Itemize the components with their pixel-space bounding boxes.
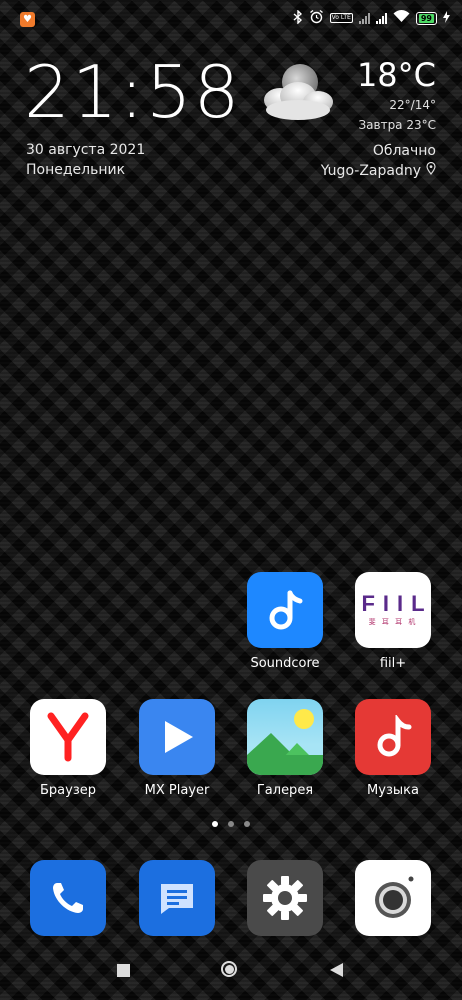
signal-icon	[358, 12, 370, 24]
cloudy-night-icon[interactable]	[258, 58, 338, 128]
battery-icon: 99	[415, 11, 437, 25]
navigation-bar	[0, 950, 462, 990]
notification-app-icon: ♥	[20, 12, 35, 27]
phone-icon[interactable]	[30, 860, 106, 936]
home-dot	[224, 964, 234, 974]
clock-time[interactable]: 21:58	[24, 52, 242, 132]
battery-level: 99	[418, 13, 434, 23]
signal-icon	[375, 12, 387, 24]
location-pin-icon	[426, 161, 436, 179]
dock-messages[interactable]	[127, 860, 227, 936]
app-label: Музыка	[367, 783, 419, 798]
volte-icon: Vo LTE	[329, 13, 353, 23]
weather-tomorrow: Завтра 23°C	[358, 118, 436, 132]
weather-range: 22°/14°	[389, 98, 436, 112]
app-label: Галерея	[256, 783, 314, 798]
soundcore-icon[interactable]	[247, 572, 323, 648]
gallery-icon[interactable]	[247, 699, 323, 775]
page-dot-2[interactable]	[228, 821, 234, 827]
camera-icon[interactable]	[355, 860, 431, 936]
app-soundcore[interactable]: Soundcore	[235, 572, 335, 671]
alarm-icon	[309, 9, 324, 27]
app-gallery[interactable]: Галерея	[235, 699, 335, 798]
page-indicator[interactable]	[212, 821, 250, 827]
back-button[interactable]	[330, 963, 343, 977]
bluetooth-icon	[293, 8, 303, 27]
app-fiil[interactable]: FIIL 斐 耳 耳 机 fiil+	[343, 572, 443, 671]
app-label: Браузер	[40, 783, 96, 798]
clock-weekday: Понедельник	[26, 162, 126, 178]
settings-gear-icon[interactable]	[247, 860, 323, 936]
status-icons: Vo LTE 99	[293, 8, 450, 27]
dock-phone[interactable]	[18, 860, 118, 936]
weather-condition: Облачно	[372, 143, 436, 159]
app-label: MX Player	[144, 783, 210, 798]
weather-location-label: Yugo-Zapadny	[320, 162, 421, 179]
home-button[interactable]	[221, 961, 237, 977]
music-icon[interactable]	[355, 699, 431, 775]
messages-icon[interactable]	[139, 860, 215, 936]
charging-icon	[443, 10, 450, 26]
page-dot-1[interactable]	[212, 821, 218, 827]
fiil-logo-text: FIIL	[361, 591, 431, 616]
clock-date: 30 августа 2021	[26, 142, 146, 158]
recents-button[interactable]	[117, 964, 130, 977]
yandex-browser-icon[interactable]	[30, 699, 106, 775]
fiil-logo-sub: 斐 耳 耳 机	[368, 618, 418, 626]
mxplayer-icon[interactable]	[139, 699, 215, 775]
app-label: fiil+	[379, 656, 407, 671]
fiil-icon[interactable]: FIIL 斐 耳 耳 机	[355, 572, 431, 648]
app-music[interactable]: Музыка	[343, 699, 443, 798]
status-bar: ♥ Vo LTE 99	[0, 0, 462, 36]
app-browser[interactable]: Браузер	[18, 699, 118, 798]
wifi-icon	[393, 10, 410, 26]
weather-location: Yugo-Zapadny	[320, 161, 436, 179]
app-mxplayer[interactable]: MX Player	[127, 699, 227, 798]
page-dot-3[interactable]	[244, 821, 250, 827]
dock-settings[interactable]	[235, 860, 335, 936]
weather-temperature[interactable]: 18°C	[357, 56, 436, 94]
dock-camera[interactable]	[343, 860, 443, 936]
app-label: Soundcore	[250, 656, 320, 671]
